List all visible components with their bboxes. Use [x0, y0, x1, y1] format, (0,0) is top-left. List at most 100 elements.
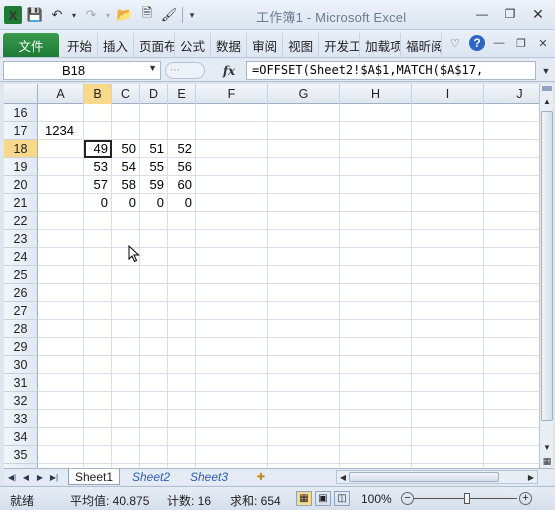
- cell[interactable]: [412, 356, 484, 374]
- cell[interactable]: [196, 122, 268, 140]
- cell[interactable]: [112, 320, 140, 338]
- cell[interactable]: [168, 266, 196, 284]
- cell[interactable]: [196, 428, 268, 446]
- cell[interactable]: [412, 410, 484, 428]
- tab-home[interactable]: 开始: [62, 33, 99, 57]
- tab-file[interactable]: 文件: [3, 33, 59, 57]
- cell[interactable]: [484, 266, 539, 284]
- cell[interactable]: [38, 158, 84, 176]
- row-header[interactable]: 19: [4, 158, 38, 176]
- cell[interactable]: 57: [84, 176, 112, 194]
- cell[interactable]: [168, 446, 196, 464]
- cell[interactable]: [340, 428, 412, 446]
- cell[interactable]: [196, 320, 268, 338]
- cell[interactable]: [340, 248, 412, 266]
- cell[interactable]: [268, 122, 340, 140]
- format-painter-icon[interactable]: 🖌: [160, 6, 178, 24]
- cell[interactable]: [112, 122, 140, 140]
- cell[interactable]: [168, 392, 196, 410]
- row-header[interactable]: 32: [4, 392, 38, 410]
- cell[interactable]: [84, 374, 112, 392]
- cell[interactable]: [38, 338, 84, 356]
- column-header-c[interactable]: C: [112, 84, 140, 104]
- column-header-e[interactable]: E: [168, 84, 196, 104]
- cell[interactable]: [84, 428, 112, 446]
- cell[interactable]: [140, 374, 168, 392]
- cell[interactable]: 0: [112, 194, 140, 212]
- cell[interactable]: [38, 428, 84, 446]
- tab-data[interactable]: 数据: [211, 33, 248, 57]
- cell[interactable]: [112, 374, 140, 392]
- cell[interactable]: 49: [84, 140, 112, 158]
- cell[interactable]: [196, 446, 268, 464]
- cell[interactable]: [268, 374, 340, 392]
- cell[interactable]: [38, 248, 84, 266]
- cell[interactable]: [412, 374, 484, 392]
- cell[interactable]: [268, 320, 340, 338]
- cell[interactable]: [340, 338, 412, 356]
- row-header[interactable]: 16: [4, 104, 38, 122]
- cell[interactable]: [168, 302, 196, 320]
- cell[interactable]: [268, 104, 340, 122]
- cell[interactable]: [196, 194, 268, 212]
- cell[interactable]: [112, 428, 140, 446]
- row-header[interactable]: 26: [4, 284, 38, 302]
- cell[interactable]: [340, 374, 412, 392]
- cell[interactable]: [84, 356, 112, 374]
- cell[interactable]: [84, 104, 112, 122]
- cell[interactable]: [196, 176, 268, 194]
- last-sheet-icon[interactable]: ▶|: [48, 470, 60, 484]
- cell[interactable]: [140, 122, 168, 140]
- cell[interactable]: [38, 212, 84, 230]
- cell[interactable]: [112, 338, 140, 356]
- cell[interactable]: [38, 104, 84, 122]
- cell[interactable]: [38, 284, 84, 302]
- cell[interactable]: [38, 302, 84, 320]
- cell[interactable]: [196, 410, 268, 428]
- cell[interactable]: [168, 410, 196, 428]
- vertical-scrollbar[interactable]: ▲ ▼ ▦: [539, 84, 553, 468]
- column-header-g[interactable]: G: [268, 84, 340, 104]
- cell[interactable]: [484, 122, 539, 140]
- name-box[interactable]: B18 ▼: [3, 61, 161, 80]
- chevron-down-icon[interactable]: ▼: [148, 63, 157, 73]
- insert-sheet-icon[interactable]: ✚: [252, 470, 270, 484]
- cell[interactable]: [84, 266, 112, 284]
- cell[interactable]: [140, 428, 168, 446]
- restore-icon[interactable]: ❐: [501, 5, 519, 23]
- cell[interactable]: [340, 158, 412, 176]
- cell[interactable]: [412, 428, 484, 446]
- excel-logo-icon[interactable]: X: [4, 6, 22, 24]
- page-break-view-icon[interactable]: ◫: [334, 491, 350, 506]
- cell[interactable]: [412, 158, 484, 176]
- cell[interactable]: [268, 194, 340, 212]
- cell[interactable]: [140, 338, 168, 356]
- cell[interactable]: 52: [168, 140, 196, 158]
- cell[interactable]: [38, 356, 84, 374]
- cell[interactable]: [412, 302, 484, 320]
- cell[interactable]: [196, 284, 268, 302]
- tab-formulas[interactable]: 公式: [175, 33, 212, 57]
- cell[interactable]: [412, 230, 484, 248]
- cell[interactable]: [38, 374, 84, 392]
- column-header-i[interactable]: I: [412, 84, 484, 104]
- cell[interactable]: [38, 446, 84, 464]
- cell[interactable]: [268, 230, 340, 248]
- row-header[interactable]: 33: [4, 410, 38, 428]
- cell[interactable]: [84, 410, 112, 428]
- cell[interactable]: [168, 248, 196, 266]
- cell[interactable]: [412, 446, 484, 464]
- cell[interactable]: [168, 356, 196, 374]
- cell[interactable]: [140, 230, 168, 248]
- cell[interactable]: [484, 428, 539, 446]
- cell[interactable]: [484, 284, 539, 302]
- cell[interactable]: [412, 212, 484, 230]
- cell[interactable]: [268, 338, 340, 356]
- cell[interactable]: [140, 446, 168, 464]
- cell[interactable]: [140, 302, 168, 320]
- scroll-left-icon[interactable]: ◀: [337, 471, 349, 483]
- cell[interactable]: [268, 176, 340, 194]
- tab-insert[interactable]: 插入: [98, 33, 135, 57]
- next-sheet-icon[interactable]: ▶: [34, 470, 46, 484]
- cell[interactable]: [140, 212, 168, 230]
